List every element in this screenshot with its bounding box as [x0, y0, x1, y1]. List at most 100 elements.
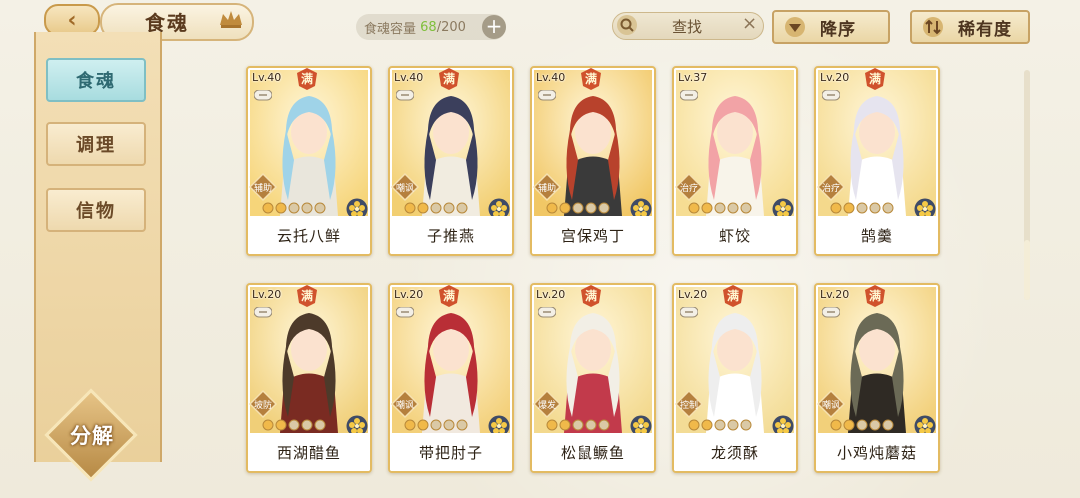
- food-soul-card[interactable]: Lv.20 满 嘲讽: [388, 283, 514, 473]
- chat-bubble-icon[interactable]: [538, 307, 556, 319]
- star-icon: [727, 419, 739, 431]
- star-rating: [546, 419, 611, 431]
- role-label: 嘲讽: [821, 401, 840, 411]
- star-icon: [701, 419, 713, 431]
- chat-bubble-icon[interactable]: [822, 90, 840, 102]
- top-bar: ‹ 食魂 食魂容量 68/200 + 查找 × 降序 稀有度: [0, 0, 1080, 46]
- chat-bubble-icon[interactable]: [538, 90, 556, 102]
- star-icon: [856, 419, 868, 431]
- star-icon: [714, 202, 726, 214]
- food-soul-card[interactable]: Lv.40 满 辅助: [530, 66, 656, 256]
- food-soul-card[interactable]: Lv.40 满 辅助: [246, 66, 372, 256]
- food-soul-card[interactable]: Lv.20 满 控制 龙须酥: [672, 283, 798, 473]
- sidebar-item-cooking[interactable]: 调理: [46, 122, 146, 166]
- character-name: 云托八鲜: [248, 216, 370, 254]
- star-icon: [830, 419, 842, 431]
- max-label: 满: [868, 72, 881, 86]
- star-icon: [288, 419, 300, 431]
- chat-bubble-icon[interactable]: [396, 90, 414, 102]
- level-label: Lv.40: [536, 71, 566, 84]
- star-icon: [456, 419, 468, 431]
- level-label: Lv.20: [678, 288, 708, 301]
- chat-bubble-icon[interactable]: [254, 90, 272, 102]
- max-label: 满: [442, 289, 455, 303]
- star-icon: [856, 202, 868, 214]
- star-icon: [559, 419, 571, 431]
- chat-bubble-icon[interactable]: [680, 90, 698, 102]
- character-name: 子推燕: [390, 216, 512, 254]
- star-icon: [740, 202, 752, 214]
- star-rating: [262, 419, 327, 431]
- max-label: 满: [300, 72, 313, 86]
- character-name: 松鼠鳜鱼: [532, 433, 654, 471]
- character-name: 宫保鸡丁: [532, 216, 654, 254]
- star-rating: [688, 419, 753, 431]
- role-label: 嘲讽: [395, 184, 414, 194]
- max-label: 满: [300, 289, 313, 303]
- role-label: 辅助: [253, 184, 272, 194]
- chat-bubble-icon[interactable]: [254, 307, 272, 319]
- food-soul-card[interactable]: Lv.20 满 嘲讽: [814, 283, 940, 473]
- chat-bubble-icon[interactable]: [822, 307, 840, 319]
- chat-bubble-icon[interactable]: [680, 307, 698, 319]
- level-label: Lv.20: [820, 288, 850, 301]
- star-icon: [701, 202, 713, 214]
- star-rating: [688, 202, 753, 214]
- food-soul-card[interactable]: Lv.40 满 嘲讽 子推燕: [388, 66, 514, 256]
- star-icon: [546, 419, 558, 431]
- sort-order-button[interactable]: 降序: [772, 10, 890, 44]
- character-name: 虾饺: [674, 216, 796, 254]
- role-label: 控制: [679, 401, 698, 411]
- star-icon: [404, 419, 416, 431]
- capacity-label: 食魂容量: [364, 21, 417, 37]
- max-label: 满: [442, 72, 455, 86]
- level-label: Lv.40: [394, 71, 424, 84]
- star-icon: [262, 419, 274, 431]
- star-icon: [275, 202, 287, 214]
- capacity-max: /200: [436, 19, 466, 35]
- star-icon: [585, 419, 597, 431]
- sort-by-button[interactable]: 稀有度: [910, 10, 1030, 44]
- star-icon: [572, 419, 584, 431]
- star-icon: [688, 419, 700, 431]
- clear-icon[interactable]: ×: [742, 13, 757, 34]
- star-icon: [882, 202, 894, 214]
- max-label: 满: [584, 289, 597, 303]
- level-label: Lv.40: [252, 71, 282, 84]
- role-label: 治疗: [821, 184, 840, 194]
- chat-bubble-icon[interactable]: [396, 307, 414, 319]
- star-icon: [430, 202, 442, 214]
- star-icon: [843, 419, 855, 431]
- star-icon: [443, 202, 455, 214]
- star-rating: [404, 419, 469, 431]
- search-icon: [617, 15, 637, 35]
- sidebar-item-food-souls[interactable]: 食魂: [46, 58, 146, 102]
- level-label: Lv.20: [820, 71, 850, 84]
- character-name: 龙须酥: [674, 433, 796, 471]
- star-icon: [882, 419, 894, 431]
- search-placeholder: 查找: [672, 18, 703, 36]
- sort-by-label: 稀有度: [958, 19, 1012, 40]
- role-label: 嘲讽: [395, 401, 414, 411]
- star-icon: [456, 202, 468, 214]
- crown-icon: [220, 11, 242, 28]
- star-icon: [314, 202, 326, 214]
- expand-capacity-button[interactable]: +: [482, 15, 506, 39]
- star-icon: [417, 419, 429, 431]
- character-name: 带把肘子: [390, 433, 512, 471]
- star-icon: [585, 202, 597, 214]
- star-icon: [301, 202, 313, 214]
- food-soul-card[interactable]: Lv.20 满 治疗 鹄羹: [814, 66, 940, 256]
- scrollbar-thumb[interactable]: [1024, 240, 1030, 300]
- level-label: Lv.20: [536, 288, 566, 301]
- capacity-current: 68: [420, 19, 437, 35]
- star-icon: [598, 202, 610, 214]
- sidebar-item-tokens[interactable]: 信物: [46, 188, 146, 232]
- food-soul-card[interactable]: Lv.20 满 爆发 松鼠鳜鱼: [530, 283, 656, 473]
- triangle-down-icon: [785, 17, 805, 37]
- star-icon: [740, 419, 752, 431]
- role-label: 坡防: [253, 401, 272, 411]
- food-soul-card[interactable]: Lv.20 满 坡防 西湖醋鱼: [246, 283, 372, 473]
- food-soul-card[interactable]: Lv.37 治疗 虾饺: [672, 66, 798, 256]
- role-label: 治疗: [679, 184, 698, 194]
